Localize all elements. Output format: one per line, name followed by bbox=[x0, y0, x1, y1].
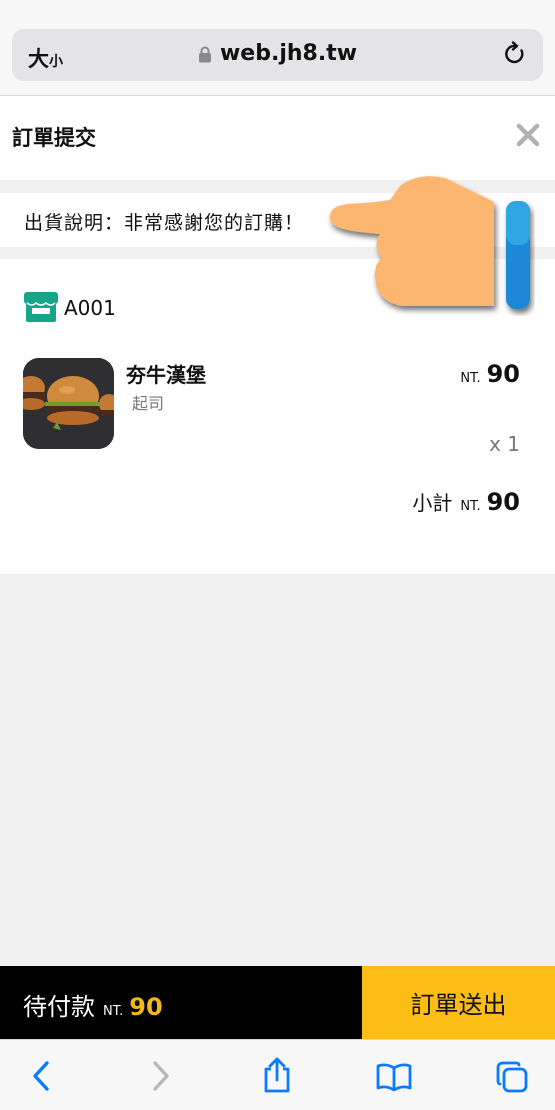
item-price-amount: 90 bbox=[486, 360, 520, 388]
item-price: NT. 90 bbox=[460, 360, 520, 388]
payment-due-amount: 90 bbox=[129, 993, 163, 1021]
url-text: web.jh8.tw bbox=[219, 41, 358, 66]
shop-name: A001 bbox=[64, 296, 116, 320]
item-name: 夯牛漢堡 bbox=[126, 363, 206, 387]
back-icon[interactable] bbox=[30, 1060, 52, 1092]
reload-icon[interactable] bbox=[503, 41, 527, 67]
pointing-hand-icon bbox=[329, 176, 530, 309]
subtotal-currency: NT. bbox=[460, 499, 481, 514]
product-image[interactable] bbox=[23, 358, 114, 449]
item-price-currency: NT. bbox=[460, 371, 481, 386]
item-quantity: x 1 bbox=[489, 432, 520, 456]
payment-due-bar: 待付款 NT. 90 bbox=[0, 966, 362, 1039]
address-bar[interactable]: 大小 web.jh8.tw bbox=[12, 29, 543, 81]
lock-icon bbox=[198, 46, 211, 62]
shop-icon bbox=[24, 292, 58, 322]
tabs-icon[interactable] bbox=[495, 1060, 529, 1094]
page-title: 訂單提交 bbox=[12, 126, 96, 150]
subtotal-label: 小計 bbox=[412, 491, 453, 515]
burger-image bbox=[23, 358, 114, 449]
subtotal-amount: 90 bbox=[486, 488, 520, 516]
browser-top-bar: 大小 web.jh8.tw bbox=[0, 0, 555, 96]
bookmarks-icon[interactable] bbox=[375, 1062, 413, 1092]
payment-due-currency: NT. bbox=[103, 1004, 124, 1019]
subtotal: 小計 NT. 90 bbox=[412, 487, 520, 516]
item-option: 起司 bbox=[132, 394, 165, 413]
shipping-notice-text: 出貨說明：非常感謝您的訂購！ bbox=[24, 212, 305, 234]
url-display[interactable]: web.jh8.tw bbox=[12, 41, 543, 66]
submit-order-button[interactable]: 訂單送出 bbox=[362, 966, 555, 1039]
close-icon[interactable] bbox=[515, 122, 541, 148]
payment-due-label: 待付款 bbox=[23, 993, 95, 1021]
share-icon[interactable] bbox=[261, 1056, 293, 1094]
payment-due: 待付款 NT. 90 bbox=[23, 987, 163, 1022]
forward-icon[interactable] bbox=[150, 1060, 172, 1092]
browser-toolbar bbox=[0, 1039, 555, 1110]
